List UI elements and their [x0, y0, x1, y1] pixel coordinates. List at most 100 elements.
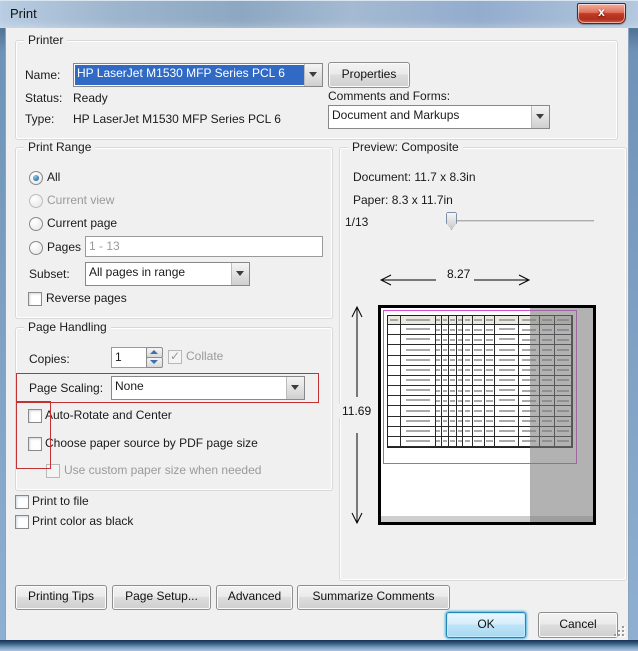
- properties-button[interactable]: Properties: [328, 62, 410, 88]
- printer-type-value: HP LaserJet M1530 MFP Series PCL 6: [73, 112, 281, 126]
- table-cell: [401, 366, 435, 376]
- chevron-down-icon[interactable]: [304, 64, 322, 86]
- copies-input[interactable]: 1: [111, 347, 147, 368]
- preview-paper-size: Paper: 8.3 x 11.7in: [353, 193, 453, 207]
- resize-grip[interactable]: [614, 626, 626, 638]
- table-cell: [457, 437, 464, 447]
- table-cell: [388, 335, 401, 345]
- table-cell: [485, 437, 496, 447]
- table-cell: [436, 437, 443, 447]
- radio-all[interactable]: [29, 171, 43, 185]
- table-cell: [436, 345, 443, 355]
- chevron-down-icon[interactable]: [531, 106, 549, 128]
- radio-current-view-label: Current view: [47, 193, 114, 207]
- radio-current-page[interactable]: [29, 217, 43, 231]
- paper-source-checkbox[interactable]: [28, 437, 42, 451]
- print-range-group-label: Print Range: [24, 140, 95, 154]
- paper-source-label[interactable]: Choose paper source by PDF page size: [45, 436, 258, 450]
- auto-rotate-checkbox[interactable]: [28, 409, 42, 423]
- table-cell: [495, 417, 519, 427]
- table-cell: [485, 345, 496, 355]
- page-preview: [378, 305, 596, 525]
- table-cell: [442, 427, 449, 437]
- table-cell: [449, 345, 457, 355]
- printer-status-value: Ready: [73, 91, 108, 105]
- table-cell: [495, 335, 519, 345]
- radio-pages-label[interactable]: Pages: [47, 240, 81, 254]
- page-scaling-select[interactable]: None: [111, 376, 305, 400]
- table-cell: [442, 417, 449, 427]
- table-cell: [449, 335, 457, 345]
- table-cell: [485, 335, 496, 345]
- table-cell: [449, 316, 457, 325]
- table-cell: [388, 406, 401, 416]
- table-cell: [473, 406, 485, 416]
- ok-button[interactable]: OK: [446, 612, 526, 638]
- table-cell: [495, 356, 519, 366]
- print-to-file-label[interactable]: Print to file: [32, 494, 89, 508]
- table-cell: [436, 396, 443, 406]
- table-cell: [463, 406, 472, 416]
- table-cell: [457, 325, 464, 335]
- comments-and-forms-value: Document and Markups: [332, 108, 529, 122]
- spinner-down-icon[interactable]: [146, 357, 163, 368]
- table-cell: [401, 406, 435, 416]
- advanced-button[interactable]: Advanced: [216, 585, 293, 610]
- table-cell: [442, 406, 449, 416]
- table-cell: [442, 316, 449, 325]
- table-cell: [463, 437, 472, 447]
- auto-rotate-label[interactable]: Auto-Rotate and Center: [45, 408, 172, 422]
- table-cell: [442, 356, 449, 366]
- print-color-black-checkbox[interactable]: [15, 515, 29, 529]
- pages-range-input[interactable]: 1 - 13: [85, 236, 323, 257]
- subset-select[interactable]: All pages in range: [85, 262, 250, 286]
- table-cell: [449, 376, 457, 386]
- close-button[interactable]: x: [577, 3, 626, 24]
- radio-pages[interactable]: [29, 241, 43, 255]
- table-cell: [457, 316, 464, 325]
- table-cell: [436, 356, 443, 366]
- table-cell: [436, 427, 443, 437]
- table-cell: [388, 366, 401, 376]
- page-scaling-value: None: [115, 379, 284, 393]
- reverse-pages-label[interactable]: Reverse pages: [46, 291, 127, 305]
- table-cell: [401, 437, 435, 447]
- custom-paper-size-label: Use custom paper size when needed: [64, 463, 261, 477]
- page-setup-button[interactable]: Page Setup...: [112, 585, 211, 610]
- summarize-comments-button[interactable]: Summarize Comments: [297, 585, 450, 610]
- table-cell: [436, 386, 443, 396]
- custom-paper-size-checkbox: [46, 464, 60, 478]
- print-to-file-checkbox[interactable]: [15, 495, 29, 509]
- printing-tips-button[interactable]: Printing Tips: [15, 585, 107, 610]
- radio-all-label[interactable]: All: [47, 170, 60, 184]
- table-cell: [473, 386, 485, 396]
- table-cell: [463, 386, 472, 396]
- table-cell: [388, 417, 401, 427]
- table-cell: [401, 427, 435, 437]
- table-cell: [457, 396, 464, 406]
- table-cell: [495, 437, 519, 447]
- comments-and-forms-label: Comments and Forms:: [328, 89, 450, 103]
- chevron-down-icon[interactable]: [286, 377, 304, 399]
- table-cell: [436, 376, 443, 386]
- cancel-button[interactable]: Cancel: [538, 612, 618, 638]
- preview-page-slider[interactable]: [448, 220, 594, 222]
- table-cell: [436, 316, 443, 325]
- dialog-client-area: Printer Name: HP LaserJet M1530 MFP Seri…: [5, 28, 629, 640]
- table-cell: [442, 376, 449, 386]
- table-cell: [442, 366, 449, 376]
- reverse-pages-checkbox[interactable]: [28, 292, 42, 306]
- radio-current-page-label[interactable]: Current page: [47, 216, 117, 230]
- table-cell: [495, 406, 519, 416]
- chevron-down-icon[interactable]: [231, 263, 249, 285]
- comments-and-forms-select[interactable]: Document and Markups: [328, 105, 550, 129]
- printer-status-label: Status:: [25, 91, 62, 105]
- printer-name-select[interactable]: HP LaserJet M1530 MFP Series PCL 6: [73, 63, 323, 87]
- table-cell: [449, 417, 457, 427]
- table-cell: [473, 376, 485, 386]
- table-cell: [401, 376, 435, 386]
- table-cell: [442, 437, 449, 447]
- print-color-black-label[interactable]: Print color as black: [32, 514, 133, 528]
- copies-stepper[interactable]: [146, 347, 161, 367]
- title-bar[interactable]: Print x: [0, 0, 638, 29]
